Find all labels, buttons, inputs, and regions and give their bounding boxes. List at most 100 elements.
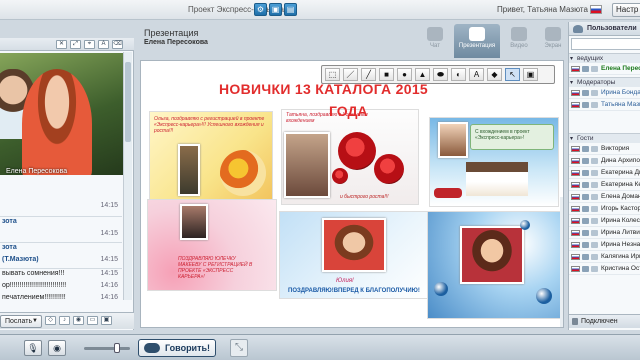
shape-icon[interactable]: ◐ [451,68,466,81]
send-button-label: Послать [5,318,33,325]
eye-icon[interactable]: ◉ [73,316,84,325]
card-header-box: С вхождением в проект «Экспресс-карьера»… [470,124,554,150]
volume-slider-knob[interactable] [114,343,120,353]
presentation-area: Презентация Елена Пересокова Чат Презент… [138,22,566,332]
video-caption: Елена Пересокова [6,168,68,175]
user-row[interactable]: Ирина Колесн [569,215,640,227]
scrollbar-thumb[interactable] [125,62,131,142]
window-icon[interactable]: ▤ [284,3,297,16]
video-toolbar: ✕ ⤢ ⌖ A ⌫ [0,38,134,51]
group-leaders[interactable]: ведущих [569,53,640,64]
triangle-icon[interactable]: ▲ [415,68,430,81]
group-moderators[interactable]: Модераторы [569,77,640,88]
sound-icon[interactable]: ♪ [59,316,70,325]
font-size-icon[interactable]: A [98,40,109,49]
user-row[interactable]: Татьяна Мазю [569,99,640,111]
car-image [434,188,462,198]
russian-flag-icon[interactable] [590,5,602,14]
gear-icon[interactable]: ⚙ [254,3,267,16]
left-panel: ✕ ⤢ ⌖ A ⌫ Елена Пересокова 14:15 зота 14… [0,38,134,330]
card-photo [284,132,330,198]
chat-scrollbar[interactable] [123,52,132,300]
video-feed[interactable] [0,53,124,175]
text-icon[interactable]: A [469,68,484,81]
drawing-toolbar: ⬚ ／ ╱ ■ ● ▲ ⬬ ◐ A ◆ ↖ ▣ [321,65,555,84]
pen-icon[interactable]: ／ [343,68,358,81]
view-tabs: Чат Презентация Видео Экран [420,24,572,58]
fullscreen-icon[interactable]: ⤡ [230,339,248,357]
card-caption: и быстрого роста!!! [340,194,389,200]
microphone-icon[interactable]: 🎙 [24,340,42,356]
resize-icon[interactable]: ⤢ [70,40,81,49]
settings-button[interactable]: Настр [612,3,640,17]
card-bottom-text: ПОЗДРАВЛЯЮ!ВПЕРЕД К БЛАГОПОЛУЧИЮ! [288,288,420,294]
user-row[interactable]: Екатерина Ди [569,167,640,179]
user-row[interactable]: Екатерина Ке [569,179,640,191]
user-row[interactable]: Елена Доманн [569,191,640,203]
pin-icon[interactable]: ⌖ [84,40,95,49]
chat-line: 14:15 [100,230,118,237]
board-scrollbar[interactable] [560,197,563,327]
chat-line: зота [2,244,17,251]
window-icon[interactable]: ▣ [101,316,112,325]
close-icon[interactable]: ✕ [56,40,67,49]
card-photo [322,218,386,272]
user-row[interactable]: Дина Архипов [569,155,640,167]
clear-board-icon[interactable]: ▣ [523,68,538,81]
connection-status: Подключен [569,314,640,328]
user-row[interactable]: Игорь Касторс [569,203,640,215]
line-icon[interactable]: ╱ [361,68,376,81]
tab-video[interactable]: Видео [504,24,534,58]
congrats-card-3: С вхождением в проект «Экспресс-карьера»… [429,117,559,207]
group-guests[interactable]: Гости [569,133,640,144]
greeting-text: Привет, Татьяна Мазюта [497,5,588,14]
tab-chat[interactable]: Чат [420,24,450,58]
pointer-icon[interactable]: ↖ [505,68,520,81]
ellipse-icon[interactable]: ⬬ [433,68,448,81]
top-bar: Проект Экспресс-карьера ⚙ ▣ ▤ Привет, Та… [0,0,640,20]
chevron-down-icon[interactable]: ▼ [32,316,38,327]
camera-icon[interactable]: ◉ [48,340,66,356]
eraser-icon[interactable]: ◆ [487,68,502,81]
save-icon[interactable]: ▣ [269,3,282,16]
tab-screen[interactable]: Экран [538,24,568,58]
user-row[interactable]: Ирина Литвич [569,227,640,239]
users-panel: Пользователи ведущих Елена Пересо Модера… [568,22,640,330]
speech-bubble-icon [144,343,160,353]
user-row[interactable]: Елена Пересо [569,63,640,75]
tab-presentation[interactable]: Презентация [454,24,500,58]
user-row[interactable]: Ирина Незнае [569,239,640,251]
lock-icon[interactable]: ▭ [87,316,98,325]
user-row[interactable]: Кристина Ост [569,263,640,275]
presentation-icon [469,27,485,41]
presenter-name: Елена Пересокова [144,39,208,46]
card-name: Юлия! [336,278,354,284]
congrats-card-1: Ольга, поздравляю с регистрацией в проек… [149,111,273,201]
rectangle-icon[interactable]: ■ [379,68,394,81]
clear-icon[interactable]: ⌫ [112,40,123,49]
flower-image [220,150,266,196]
video-person-center [22,69,92,175]
slide-headline-2: ГОДА [329,103,368,119]
chat-line: 14:15 [100,202,118,209]
chat-log: 14:15 зота 14:15 зота (Т.Мазюта) 14:15 вы… [0,198,122,308]
circle-icon[interactable]: ● [397,68,412,81]
volume-slider[interactable] [84,343,130,353]
chat-line: вывать сомнения!!! 14:15 [2,270,118,277]
user-search-input[interactable] [571,38,640,50]
eraser-icon[interactable]: ◇ [45,316,56,325]
chat-line: зота [2,218,17,225]
top-toolbar: ⚙ ▣ ▤ [254,3,297,16]
rose-image [332,168,348,184]
user-row[interactable]: Виктория [569,143,640,155]
presentation-board[interactable]: Ольга, поздравляю с регистрацией в проек… [140,60,564,328]
congrats-card-6 [427,211,561,319]
user-row[interactable]: Ирина Бондар [569,87,640,99]
congrats-card-2: Татьяна, поздравляю с Успешным вхождение… [281,109,419,205]
card-text: Ольга, поздравляю с регистрацией в проек… [154,116,265,134]
card-photo [438,122,468,158]
select-rect-icon[interactable]: ⬚ [325,68,340,81]
send-button[interactable]: Послать ▼ [0,315,42,328]
user-row[interactable]: Калягина Ири [569,251,640,263]
talk-button[interactable]: Говорить! [138,339,216,357]
